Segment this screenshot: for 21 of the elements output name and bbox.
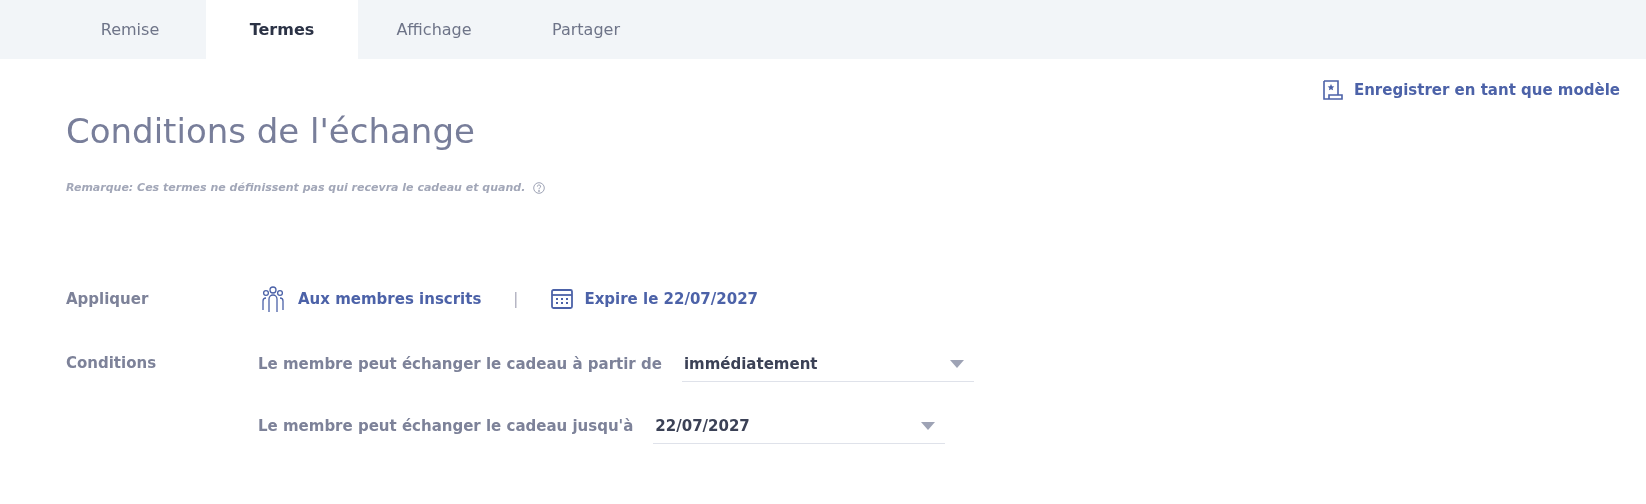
note-text: Remarque: Ces termes ne définissent pas qui recevra le cadeau et quand. <box>66 181 526 194</box>
tab[interactable]: Affichage <box>358 0 510 59</box>
tab[interactable]: Termes <box>206 0 358 59</box>
caret-icon <box>949 359 964 368</box>
condition-text: Le membre peut échanger le cadeau à partir de <box>258 355 662 373</box>
document-star-icon <box>1321 79 1344 101</box>
members-link[interactable]: Aux membres inscrits <box>258 284 482 314</box>
help-icon[interactable] <box>533 181 546 194</box>
expiry-link[interactable]: Expire le 22/07/2027 <box>550 287 758 311</box>
field-label: Appliquer <box>66 290 150 308</box>
field-label: Conditions <box>66 353 158 372</box>
caret-icon <box>921 421 936 430</box>
tab[interactable]: Remise <box>54 0 206 59</box>
separator: | <box>513 290 519 308</box>
date-dropdown[interactable]: immédiatement <box>681 346 974 382</box>
calendar-icon <box>550 287 575 311</box>
tab[interactable]: Partager <box>510 0 662 59</box>
save-template-link[interactable]: Enregistrer en tant que modèle <box>1321 79 1620 101</box>
date-dropdown[interactable]: 22/07/2027 <box>653 408 946 444</box>
condition-text: Le membre peut échanger le cadeau jusqu'à <box>258 417 634 435</box>
page-title: Conditions de l'échange <box>66 111 476 151</box>
